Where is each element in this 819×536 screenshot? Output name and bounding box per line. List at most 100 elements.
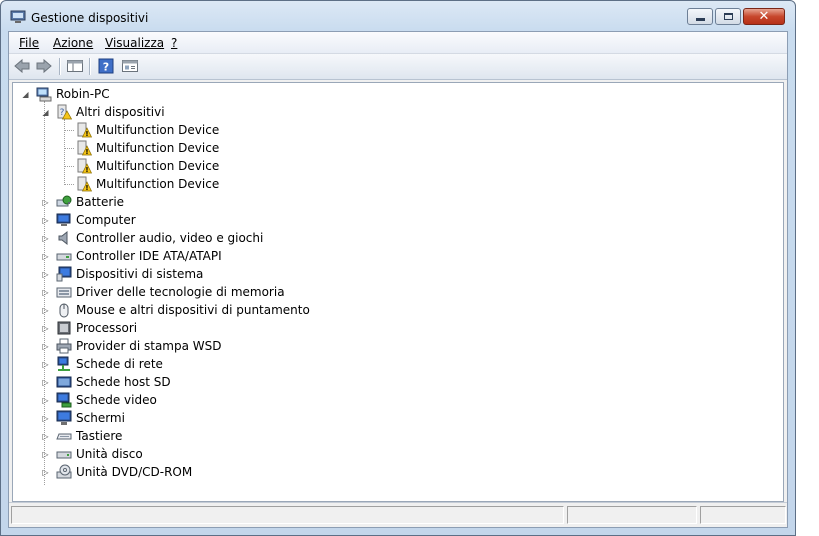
printer-icon <box>56 338 72 354</box>
expand-arrow-icon[interactable]: ▷ <box>41 288 50 297</box>
tree-category-dvd[interactable]: ▷ Unità DVD/CD-ROM <box>41 463 192 481</box>
tree-category-memory[interactable]: ▷ Driver delle tecnologie di memoria <box>41 283 285 301</box>
category-label: Schede host SD <box>76 375 171 389</box>
disk-drive-icon <box>56 451 72 459</box>
back-icon[interactable] <box>13 58 31 74</box>
category-label: Provider di stampa WSD <box>76 339 222 353</box>
category-label: Unità DVD/CD-ROM <box>76 465 193 479</box>
ide-controller-icon <box>56 253 72 261</box>
expand-arrow-icon[interactable]: ▷ <box>41 360 50 369</box>
device-label: Multifunction Device <box>96 159 220 173</box>
expand-arrow-icon[interactable]: ▷ <box>41 270 50 279</box>
device-label: Multifunction Device <box>96 177 220 191</box>
svg-text:?: ? <box>103 61 109 74</box>
sd-host-icon <box>56 376 72 388</box>
properties-icon[interactable] <box>121 58 139 74</box>
expand-arrow-icon[interactable]: ▷ <box>41 342 50 351</box>
toolbar-separator <box>59 58 61 75</box>
tree-category-monitors[interactable]: ▷ Schermi <box>41 409 125 427</box>
category-label: Dispositivi di sistema <box>76 267 204 281</box>
menu-file[interactable]: File <box>19 36 39 50</box>
svg-text:!: ! <box>85 166 88 174</box>
expand-arrow-icon[interactable]: ▷ <box>41 378 50 387</box>
battery-icon <box>56 195 72 207</box>
tree-category-computer[interactable]: ▷ Computer <box>41 211 136 229</box>
svg-text:!: ! <box>85 130 88 138</box>
tree-root-label: Robin-PC <box>56 87 110 101</box>
tree-category-altri-dispositivi[interactable]: ◢ ? Altri dispositivi <box>41 103 165 121</box>
expand-arrow-icon[interactable]: ▷ <box>41 468 50 477</box>
mouse-icon <box>59 303 69 318</box>
tree-category-batterie[interactable]: ▷ Batterie <box>41 193 124 211</box>
warning-device-icon: ! <box>77 140 92 156</box>
device-tree[interactable]: ◢ Robin-PC ◢ ? Altri dispositivi ! Multi… <box>12 82 784 502</box>
tree-category-system[interactable]: ▷ Dispositivi di sistema <box>41 265 203 283</box>
forward-icon[interactable] <box>35 58 53 74</box>
tree-category-keyboards[interactable]: ▷ Tastiere <box>41 427 122 445</box>
category-label: Controller audio, video e giochi <box>76 231 264 245</box>
tree-category-mouse[interactable]: ▷ Mouse e altri dispositivi di puntament… <box>41 301 310 319</box>
svg-text:!: ! <box>85 184 88 192</box>
svg-text:!: ! <box>85 148 88 156</box>
network-adapter-icon <box>57 356 70 371</box>
category-label: Batterie <box>76 195 125 209</box>
show-hide-console-tree-icon[interactable] <box>66 58 84 74</box>
device-multifunction-3[interactable]: ! Multifunction Device <box>60 157 219 175</box>
system-device-icon <box>56 266 72 282</box>
category-label: Unità disco <box>76 447 143 461</box>
tree-category-processori[interactable]: ▷ Processori <box>41 319 137 337</box>
menu-azione[interactable]: Azione <box>53 36 93 50</box>
category-label: Schede video <box>76 393 157 407</box>
tree-category-disk-drives[interactable]: ▷ Unità disco <box>41 445 143 463</box>
title-bar[interactable]: Gestione dispositivi ✕ <box>1 1 795 31</box>
client-area: File Azione Visualizza ? ? ◢ Robin-PC ◢ … <box>8 31 788 528</box>
collapse-arrow-icon[interactable]: ◢ <box>41 108 50 117</box>
category-label: Schede di rete <box>76 357 163 371</box>
tree-root-node[interactable]: ◢ Robin-PC <box>21 85 110 103</box>
category-label: Altri dispositivi <box>76 105 165 119</box>
menu-help[interactable]: ? <box>171 36 177 50</box>
device-multifunction-2[interactable]: ! Multifunction Device <box>60 139 219 157</box>
warning-device-icon: ! <box>77 176 92 192</box>
maximize-button[interactable] <box>715 8 741 25</box>
tree-category-audio[interactable]: ▷ Controller audio, video e giochi <box>41 229 263 247</box>
expand-arrow-icon[interactable]: ▷ <box>41 324 50 333</box>
device-multifunction-1[interactable]: ! Multifunction Device <box>60 121 219 139</box>
expand-arrow-icon[interactable]: ▷ <box>41 306 50 315</box>
expand-arrow-icon[interactable]: ▷ <box>41 216 50 225</box>
expand-arrow-icon[interactable]: ▷ <box>41 450 50 459</box>
device-manager-icon <box>10 10 26 23</box>
close-button[interactable]: ✕ <box>743 8 785 25</box>
category-label: Mouse e altri dispositivi di puntamento <box>76 303 310 317</box>
warning-device-icon: ! <box>77 122 92 138</box>
collapse-arrow-icon[interactable]: ◢ <box>21 90 30 99</box>
expand-arrow-icon[interactable]: ▷ <box>41 414 50 423</box>
tree-category-ide[interactable]: ▷ Controller IDE ATA/ATAPI <box>41 247 222 265</box>
window-title: Gestione dispositivi <box>31 11 149 25</box>
expand-arrow-icon[interactable]: ▷ <box>41 234 50 243</box>
maximize-icon <box>723 13 733 20</box>
minimize-button[interactable] <box>687 8 713 25</box>
monitor-icon <box>56 410 72 425</box>
tree-category-wsd-print[interactable]: ▷ Provider di stampa WSD <box>41 337 222 355</box>
category-label: Controller IDE ATA/ATAPI <box>76 249 222 263</box>
tree-category-sd-host[interactable]: ▷ Schede host SD <box>41 373 171 391</box>
device-multifunction-4[interactable]: ! Multifunction Device <box>60 175 219 193</box>
menu-visualizza[interactable]: Visualizza <box>105 36 164 50</box>
dvd-drive-icon <box>56 464 72 479</box>
expand-arrow-icon[interactable]: ▷ <box>41 432 50 441</box>
expand-arrow-icon[interactable]: ▷ <box>41 252 50 261</box>
device-label: Multifunction Device <box>96 123 220 137</box>
expand-arrow-icon[interactable]: ▷ <box>41 198 50 207</box>
device-label: Multifunction Device <box>96 141 220 155</box>
category-label: Tastiere <box>76 429 123 443</box>
help-icon[interactable]: ? <box>97 58 115 74</box>
category-label: Processori <box>76 321 138 335</box>
category-label: Driver delle tecnologie di memoria <box>76 285 285 299</box>
expand-arrow-icon[interactable]: ▷ <box>41 396 50 405</box>
category-label: Computer <box>76 213 136 227</box>
status-pane-3 <box>700 506 786 524</box>
keyboard-icon <box>56 433 72 440</box>
tree-category-network[interactable]: ▷ Schede di rete <box>41 355 163 373</box>
tree-category-video[interactable]: ▷ Schede video <box>41 391 157 409</box>
